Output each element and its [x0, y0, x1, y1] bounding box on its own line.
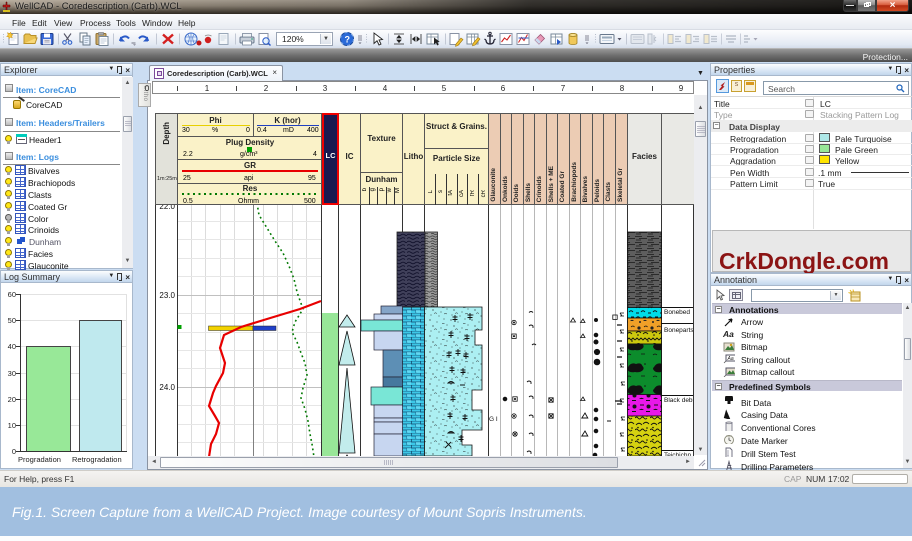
svg-text:G I: G I: [489, 416, 498, 423]
svg-text:Aa: Aa: [727, 356, 734, 362]
svg-text:?: ?: [345, 35, 351, 45]
